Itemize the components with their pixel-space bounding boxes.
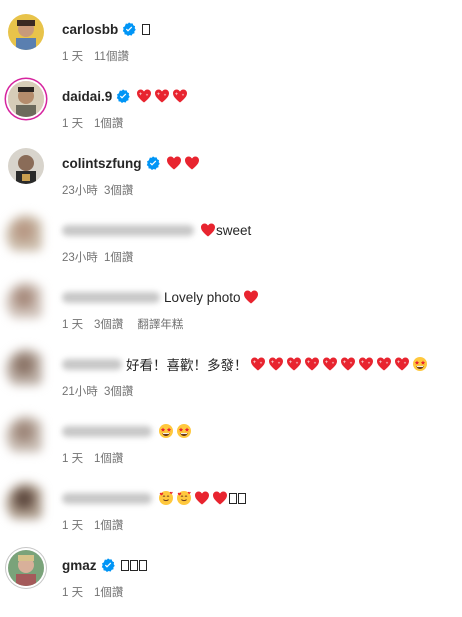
username[interactable]: carlosbb: [62, 22, 118, 37]
like-count[interactable]: 1個讚: [94, 517, 123, 533]
sparkling-heart-icon: [154, 88, 170, 104]
avatar[interactable]: [6, 215, 46, 255]
comment-item: daidai.9 1 天 1個讚: [0, 81, 462, 148]
smiling-face-with-hearts-icon: [176, 490, 192, 506]
comment-text: sweet: [216, 222, 252, 238]
comment-text: 好看！喜歡！多發！: [126, 358, 248, 373]
translate-link[interactable]: 翻譯年糕: [137, 316, 183, 332]
comment-item: gmaz 1 天 1個讚: [0, 550, 462, 617]
blurred-username[interactable]: [62, 224, 194, 236]
avatar[interactable]: [8, 148, 44, 184]
like-count[interactable]: 1個讚: [104, 249, 133, 265]
comment-item: colintszfung 23小時 3個讚: [0, 148, 462, 215]
sparkling-heart-icon: [340, 356, 356, 372]
comment-item: 1 天 1個讚: [0, 416, 462, 483]
red-heart-icon: [212, 490, 228, 506]
sparkling-heart-icon: [172, 88, 188, 104]
timestamp[interactable]: 1 天: [62, 48, 94, 64]
comment-item: sweet 23小時 1個讚: [0, 215, 462, 282]
verified-badge-icon: [101, 558, 115, 572]
sparkling-heart-icon: [322, 356, 338, 372]
timestamp[interactable]: 23小時: [62, 182, 104, 198]
avatar[interactable]: [6, 282, 46, 322]
comment-text: Lovely photo: [164, 289, 241, 305]
blurred-username[interactable]: [62, 291, 160, 303]
sparkling-heart-icon: [268, 356, 284, 372]
avatar[interactable]: [8, 81, 44, 117]
blurred-username[interactable]: [62, 425, 152, 437]
timestamp[interactable]: 1 天: [62, 316, 94, 332]
comment-item: carlosbb 1 天 11個讚: [0, 14, 462, 81]
comment-item: Lovely photo 1 天 3個讚 翻譯年糕: [0, 282, 462, 349]
unsupported-glyph: [238, 492, 246, 504]
unsupported-glyph: [138, 559, 147, 571]
blurred-username[interactable]: [62, 492, 152, 504]
timestamp[interactable]: 1 天: [62, 115, 94, 131]
avatar[interactable]: [8, 550, 44, 586]
unsupported-glyph: [129, 559, 138, 571]
sparkling-heart-icon: [376, 356, 392, 372]
red-heart-icon: [194, 490, 210, 506]
red-heart-icon: [200, 222, 216, 238]
like-count[interactable]: 1個讚: [94, 115, 123, 131]
timestamp[interactable]: 1 天: [62, 450, 94, 466]
unsupported-glyph: [120, 559, 129, 571]
blurred-username[interactable]: [62, 358, 122, 370]
like-count[interactable]: 3個讚: [94, 316, 123, 332]
like-count[interactable]: 1個讚: [94, 450, 123, 466]
comment-item: 1 天 1個讚: [0, 483, 462, 550]
verified-badge-icon: [116, 89, 130, 103]
like-count[interactable]: 1個讚: [94, 584, 123, 600]
red-heart-icon: [243, 289, 259, 305]
avatar[interactable]: [8, 14, 44, 50]
like-count[interactable]: 11個讚: [94, 48, 129, 64]
avatar[interactable]: [6, 483, 46, 523]
timestamp[interactable]: 1 天: [62, 584, 94, 600]
unsupported-glyph: [142, 23, 151, 35]
timestamp[interactable]: 21小時: [62, 383, 104, 399]
sparkling-heart-icon: [358, 356, 374, 372]
sparkling-heart-icon: [250, 356, 266, 372]
verified-badge-icon: [122, 22, 136, 36]
sparkling-heart-icon: [136, 88, 152, 104]
username[interactable]: gmaz: [62, 558, 97, 573]
red-heart-icon: [166, 155, 182, 171]
comment-item: 好看！喜歡！多發！ 21小時 3個讚: [0, 349, 462, 416]
star-struck-icon: [176, 423, 192, 439]
verified-badge-icon: [146, 156, 160, 170]
username[interactable]: daidai.9: [62, 89, 112, 104]
unsupported-glyph: [229, 492, 237, 504]
star-struck-icon: [412, 356, 428, 372]
sparkling-heart-icon: [394, 356, 410, 372]
like-count[interactable]: 3個讚: [104, 383, 133, 399]
username[interactable]: colintszfung: [62, 156, 142, 171]
avatar[interactable]: [6, 416, 46, 456]
red-heart-icon: [184, 155, 200, 171]
star-struck-icon: [158, 423, 174, 439]
sparkling-heart-icon: [286, 356, 302, 372]
sparkling-heart-icon: [304, 356, 320, 372]
like-count[interactable]: 3個讚: [104, 182, 133, 198]
timestamp[interactable]: 1 天: [62, 517, 94, 533]
timestamp[interactable]: 23小時: [62, 249, 104, 265]
smiling-face-with-hearts-icon: [158, 490, 174, 506]
avatar[interactable]: [6, 349, 46, 389]
